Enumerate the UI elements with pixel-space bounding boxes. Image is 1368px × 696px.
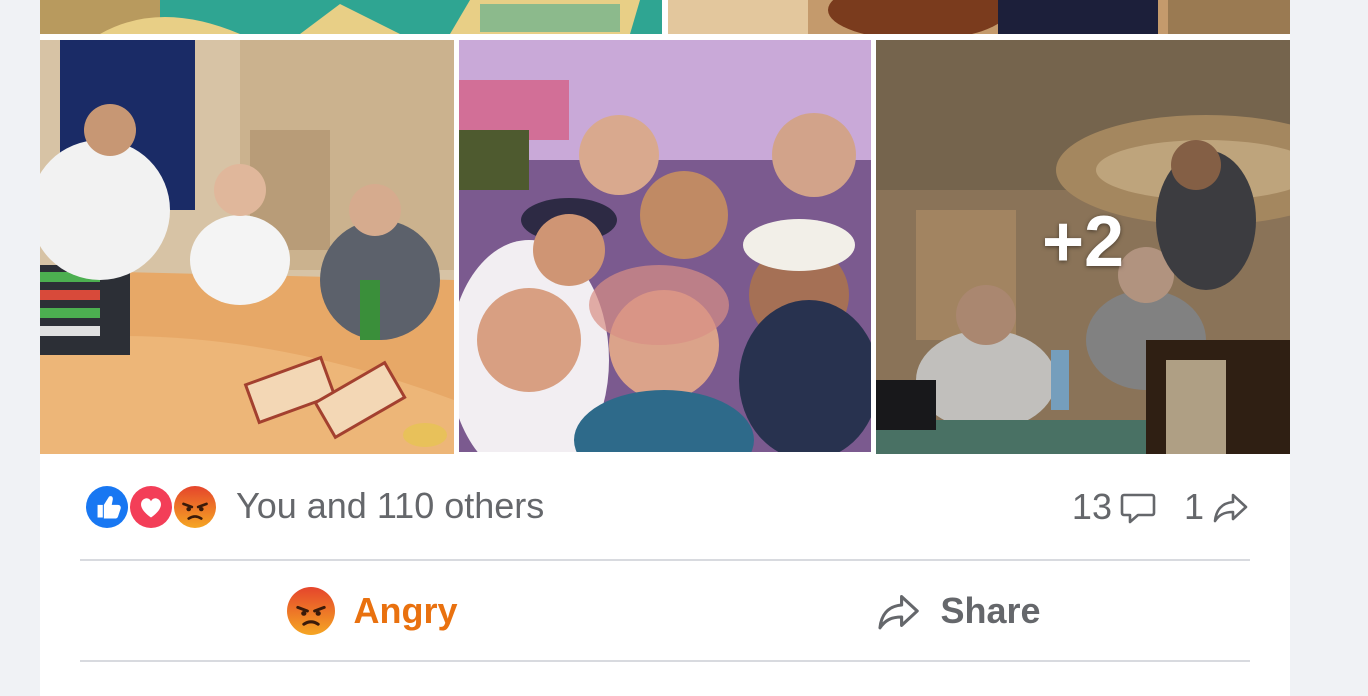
share-button[interactable]: Share [665,562,1250,660]
share-icon[interactable] [1210,487,1250,527]
divider-top [80,559,1250,561]
reaction-icons-group[interactable] [84,484,224,530]
reactions-summary-text[interactable]: You and 110 others [236,486,544,526]
photo-top-right[interactable] [668,0,1290,34]
post-card: +2 You and 110 others 13 1 Angry Share [40,0,1290,696]
photo-top-left[interactable] [40,0,662,34]
share-icon [878,595,920,630]
angry-icon [287,587,336,635]
reactions-summary: You and 110 others 13 1 [80,470,1250,542]
photo-baccarat-table[interactable] [40,40,454,454]
share-button-label: Share [940,590,1041,631]
divider-bottom [80,660,1250,662]
photo-poker-room[interactable]: +2 [876,40,1290,454]
like-icon [84,484,130,530]
angry-reaction-button[interactable]: Angry [80,562,665,660]
photo-group-selfie[interactable] [459,40,871,452]
love-icon [128,484,174,530]
shares-count[interactable]: 1 [1184,487,1204,527]
comments-count[interactable]: 13 [1072,487,1112,527]
angry-icon [172,484,218,530]
angry-button-label: Angry [353,590,458,631]
engagement-counts: 13 1 [1072,484,1250,530]
post-actions: Angry Share [80,562,1250,660]
more-photos-overlay: +2 [876,40,1290,454]
comment-icon[interactable] [1118,487,1158,527]
